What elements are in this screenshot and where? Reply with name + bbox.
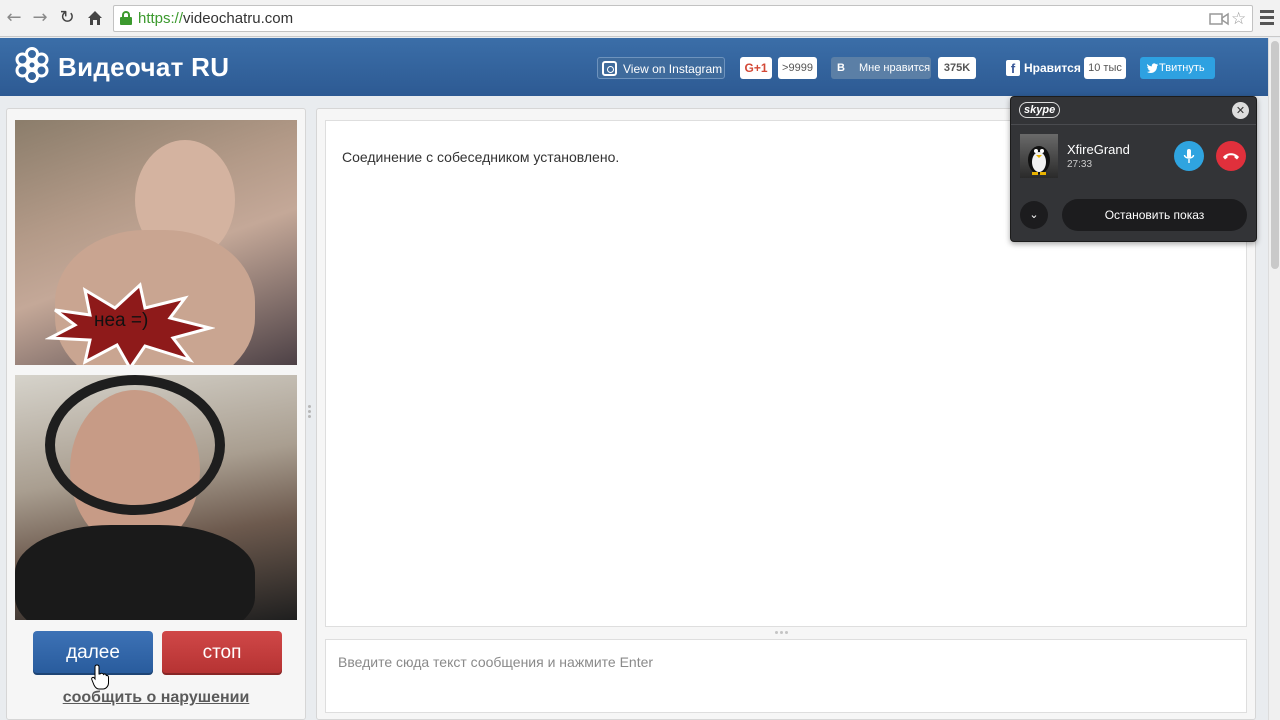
star-icon[interactable]: ☆ [1231, 9, 1246, 29]
headset-icon [45, 375, 225, 515]
facebook-icon: f [1006, 60, 1020, 76]
local-shoulders [15, 525, 255, 620]
local-video [15, 375, 297, 620]
instagram-button[interactable]: View on Instagram [597, 57, 725, 79]
message-input[interactable] [325, 639, 1247, 713]
microphone-icon [1183, 149, 1195, 163]
hamburger-menu-icon[interactable] [1260, 10, 1274, 28]
twitter-tweet-label: Твитнуть [1159, 62, 1205, 74]
instagram-label: View on Instagram [623, 62, 723, 76]
logo-flower-icon[interactable] [14, 47, 50, 83]
url-scheme: https:// [138, 10, 184, 27]
vk-like-count: 375K [938, 57, 976, 79]
skype-logo: skype [1019, 102, 1061, 118]
twitter-bird-icon [1146, 57, 1158, 81]
facebook-like-button[interactable]: f Нравится [1004, 57, 1081, 79]
chat-resize-handle[interactable] [775, 631, 793, 635]
remote-caption: неа =) [94, 310, 149, 331]
lock-icon [120, 11, 132, 25]
call-duration: 27:33 [1067, 159, 1093, 170]
url-host: videochatru.com [183, 10, 294, 27]
vk-icon: В [837, 62, 845, 74]
panel-resize-handle[interactable] [308, 405, 312, 423]
video-panel: неа =) далее стоп сообщить о нарушении [6, 108, 306, 720]
instagram-icon [602, 61, 617, 76]
gplus-button[interactable]: G+1 [740, 57, 772, 79]
contact-avatar [1020, 134, 1058, 178]
scrollbar-thumb[interactable] [1271, 41, 1279, 269]
contact-name: XfireGrand [1067, 142, 1130, 157]
stop-screen-share-button[interactable]: Остановить показ [1062, 199, 1247, 231]
close-icon[interactable]: ✕ [1232, 102, 1249, 119]
chevron-down-icon[interactable]: ⌄ [1020, 201, 1048, 229]
gplus-count: >9999 [778, 57, 817, 79]
forward-arrow-icon[interactable]: → [29, 7, 51, 29]
site-logo-text[interactable]: Видеочат RU [58, 52, 229, 83]
home-icon[interactable] [84, 7, 106, 29]
address-bar[interactable]: https://videochatru.com ☆ [113, 5, 1253, 32]
microphone-button[interactable] [1174, 141, 1204, 171]
stop-button[interactable]: стоп [162, 631, 282, 675]
back-arrow-icon[interactable]: ← [3, 7, 25, 29]
phone-hangup-icon [1223, 153, 1239, 160]
browser-toolbar: ← → ↻ https://videochatru.com ☆ [0, 0, 1280, 37]
system-message: Соединение с собеседником установлено. [342, 149, 620, 165]
report-violation-link[interactable]: сообщить о нарушении [7, 689, 305, 707]
remote-video: неа =) [15, 120, 297, 365]
site-header: Видеочат RU View on Instagram G+1 >9999 … [0, 38, 1268, 96]
reload-icon[interactable]: ↻ [56, 7, 78, 29]
page-scrollbar[interactable] [1268, 38, 1280, 720]
camera-icon[interactable] [1209, 9, 1229, 32]
vk-like-label: Мне нравится [859, 62, 931, 74]
url-text[interactable]: https://videochatru.com [138, 10, 293, 27]
vk-like-button[interactable]: В Мне нравится [831, 57, 931, 79]
twitter-tweet-button[interactable]: Твитнуть [1140, 57, 1215, 79]
hang-up-button[interactable] [1216, 141, 1246, 171]
skype-call-overlay: skype ✕ XfireGrand 27:33 ⌄ Остановить по… [1010, 96, 1257, 242]
hand-cursor-icon [91, 664, 109, 690]
skype-divider [1011, 124, 1256, 125]
facebook-like-count: 10 тыс [1084, 57, 1126, 79]
facebook-like-label: Нравится [1024, 61, 1081, 75]
